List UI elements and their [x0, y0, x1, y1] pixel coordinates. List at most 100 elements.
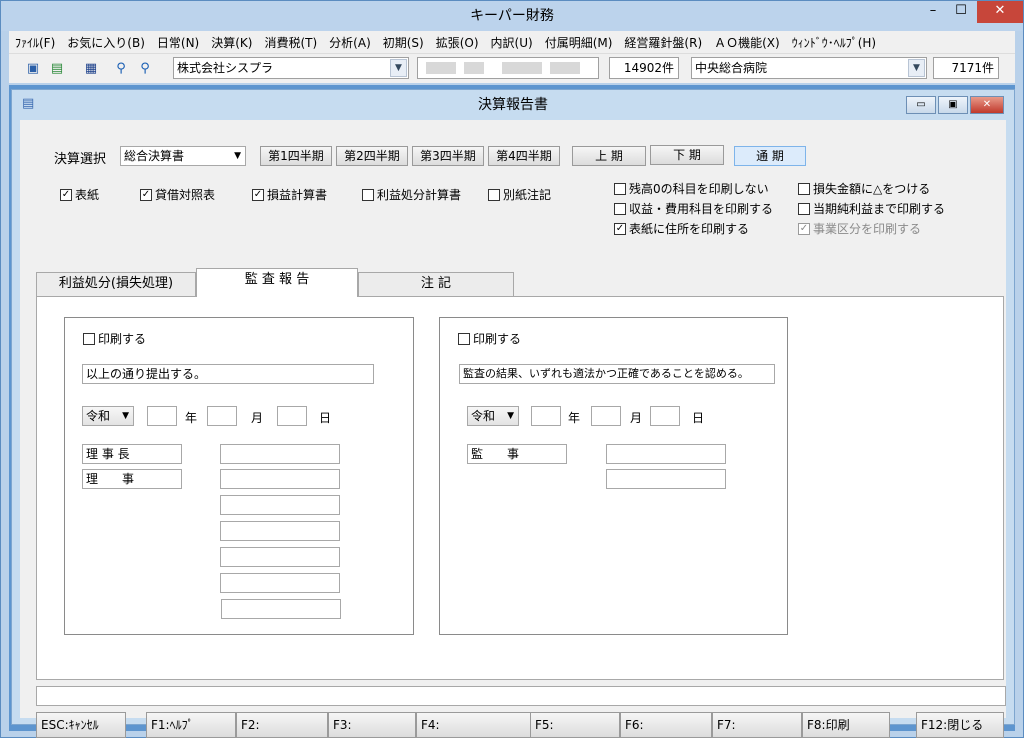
name-field[interactable] — [221, 599, 341, 619]
menu-analysis[interactable]: 分析(A) — [323, 34, 377, 51]
f1-help-button[interactable]: F1:ﾍﾙﾌﾟ — [146, 712, 236, 738]
f3-button[interactable]: F3: — [328, 712, 416, 738]
title-bar: キーパー財務 – ☐ ✕ — [1, 1, 1023, 31]
title-chairman-field[interactable]: 理 事 長 — [82, 444, 182, 464]
check-net-income[interactable]: 当期純利益まで印刷する — [798, 200, 945, 217]
q2-button[interactable]: 第2四半期 — [336, 146, 408, 166]
menu-compass[interactable]: 経営羅針盤(R) — [618, 34, 708, 51]
status-bar — [36, 686, 1006, 706]
q4-button[interactable]: 第4四半期 — [488, 146, 560, 166]
check-label: 利益処分計算書 — [377, 188, 462, 202]
name-field[interactable] — [220, 495, 340, 515]
dialog-close-button[interactable]: ✕ — [970, 96, 1004, 114]
save-icon[interactable]: ▣ — [23, 59, 43, 79]
name-field[interactable] — [220, 521, 340, 541]
main-window: キーパー財務 – ☐ ✕ ﾌｧｲﾙ(F) お気に入り(B) 日常(N) 決算(K… — [0, 0, 1024, 738]
menu-initial[interactable]: 初期(S) — [377, 34, 430, 51]
f8-print-button[interactable]: F8:印刷 — [802, 712, 890, 738]
f6-button[interactable]: F6: — [620, 712, 712, 738]
zoom-out-icon[interactable]: ⚲ — [135, 59, 155, 79]
menu-settlement[interactable]: 決算(K) — [205, 34, 258, 51]
dialog-minimize-button[interactable]: ▭ — [906, 96, 936, 114]
menu-breakdown[interactable]: 内訳(U) — [485, 34, 539, 51]
hospital-combo[interactable]: 中央総合病院 ▼ — [691, 57, 927, 79]
right-print-check[interactable]: 印刷する — [458, 330, 521, 347]
right-day-field[interactable] — [650, 406, 680, 426]
check-appropriation[interactable]: 利益処分計算書 — [362, 186, 461, 203]
maximize-button[interactable]: ☐ — [947, 1, 975, 23]
check-loss-triangle[interactable]: 損失金額に△をつける — [798, 180, 930, 197]
right-year-field[interactable] — [531, 406, 561, 426]
check-zero-balance[interactable]: 残高0の科目を印刷しない — [614, 180, 769, 197]
menu-favorites[interactable]: お気に入り(B) — [61, 34, 151, 51]
check-label: 表紙に住所を印刷する — [629, 222, 750, 236]
q1-button[interactable]: 第1四半期 — [260, 146, 332, 166]
dialog-restore-button[interactable]: ▣ — [938, 96, 968, 114]
menu-window-help[interactable]: ｳｨﾝﾄﾞｳ･ﾍﾙﾌﾟ(H) — [786, 34, 882, 51]
second-half-button[interactable]: 下 期 — [650, 145, 724, 165]
menu-details[interactable]: 付属明細(M) — [539, 34, 619, 51]
right-era-select[interactable]: 令和 ▼ — [467, 406, 519, 426]
name-field[interactable] — [220, 444, 340, 464]
name-field[interactable] — [220, 573, 340, 593]
check-income-statement[interactable]: ✓ 損益計算書 — [252, 186, 327, 203]
tab-appropriation[interactable]: 利益処分(損失処理) — [36, 272, 196, 296]
check-notes[interactable]: 別紙注記 — [488, 186, 551, 203]
settlement-select[interactable]: 総合決算書 ▼ — [120, 146, 246, 166]
esc-cancel-button[interactable]: ESC:ｷｬﾝｾﾙ — [36, 712, 126, 738]
checkbox-box: ✓ — [798, 222, 810, 235]
menu-file[interactable]: ﾌｧｲﾙ(F) — [9, 34, 61, 51]
right-statement-field[interactable]: 監査の結果、いずれも適法かつ正確であることを認める。 — [459, 364, 775, 384]
tab-notes[interactable]: 注 記 — [358, 272, 514, 296]
title-director-field[interactable]: 理 事 — [82, 469, 182, 489]
full-year-button[interactable]: 通 期 — [734, 146, 806, 166]
company-combo[interactable]: 株式会社シスプラ ▼ — [173, 57, 409, 79]
check-revenue-expense[interactable]: 収益・費用科目を印刷する — [614, 200, 773, 217]
year-label: 年 — [568, 411, 581, 425]
f5-button[interactable]: F5: — [530, 712, 620, 738]
checkbox-box — [458, 332, 470, 345]
auditor-name-field[interactable] — [606, 469, 726, 489]
zoom-in-icon[interactable]: ⚲ — [111, 59, 131, 79]
menu-extension[interactable]: 拡張(O) — [430, 34, 485, 51]
left-day-field[interactable] — [277, 406, 307, 426]
month-label: 月 — [251, 411, 264, 425]
close-button[interactable]: ✕ — [977, 1, 1023, 23]
menu-ao[interactable]: ＡＯ機能(X) — [708, 34, 786, 51]
right-month-field[interactable] — [591, 406, 621, 426]
tab-audit-report[interactable]: 監 査 報 告 — [196, 268, 358, 297]
name-field[interactable] — [220, 469, 340, 489]
f2-button[interactable]: F2: — [236, 712, 328, 738]
screen-icon[interactable]: ▦ — [81, 59, 101, 79]
check-balance-sheet[interactable]: ✓ 貸借対照表 — [140, 186, 215, 203]
left-print-check[interactable]: 印刷する — [83, 330, 146, 347]
first-half-button[interactable]: 上 期 — [572, 146, 646, 166]
chevron-down-icon[interactable]: ▼ — [908, 59, 925, 77]
f7-button[interactable]: F7: — [712, 712, 802, 738]
checkbox-box — [83, 332, 95, 345]
check-label: 損失金額に△をつける — [813, 182, 931, 196]
left-year-field[interactable] — [147, 406, 177, 426]
settlement-select-value: 総合決算書 — [124, 149, 185, 163]
minimize-button[interactable]: – — [919, 1, 947, 23]
name-field[interactable] — [220, 547, 340, 567]
q3-button[interactable]: 第3四半期 — [412, 146, 484, 166]
f12-close-button[interactable]: F12:閉じる — [916, 712, 1004, 738]
select-label: 決算選択 — [54, 152, 107, 167]
add-icon[interactable]: ▤ — [47, 59, 67, 79]
check-label: 収益・費用科目を印刷する — [629, 202, 774, 216]
menu-tax[interactable]: 消費税(T) — [258, 34, 323, 51]
auditor-name-field[interactable] — [606, 444, 726, 464]
checkbox-box: ✓ — [252, 188, 264, 201]
left-era-select[interactable]: 令和 ▼ — [82, 406, 134, 426]
title-auditor-field[interactable]: 監 事 — [467, 444, 567, 464]
year-label: 年 — [185, 411, 198, 425]
check-cover[interactable]: ✓ 表紙 — [60, 186, 99, 203]
left-month-field[interactable] — [207, 406, 237, 426]
chevron-down-icon[interactable]: ▼ — [390, 59, 407, 77]
menu-daily[interactable]: 日常(N) — [151, 34, 205, 51]
f4-button[interactable]: F4: — [416, 712, 532, 738]
check-cover-address[interactable]: ✓ 表紙に住所を印刷する — [614, 220, 749, 237]
left-statement-field[interactable]: 以上の通り提出する。 — [82, 364, 374, 384]
checkbox-box: ✓ — [60, 188, 72, 201]
